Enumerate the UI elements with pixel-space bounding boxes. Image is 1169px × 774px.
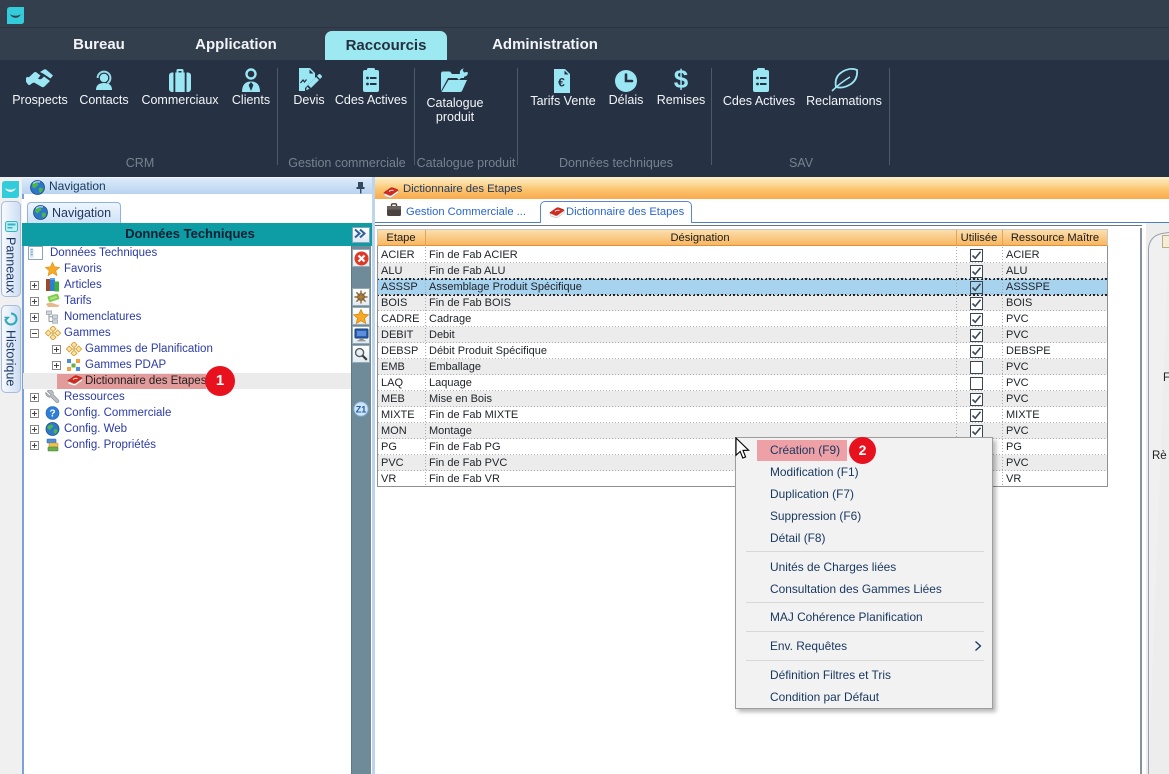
svg-text:€: € [558,76,565,90]
svg-text:Z1: Z1 [356,405,367,415]
svg-text:?: ? [49,409,55,420]
svg-text:$: $ [674,66,689,94]
